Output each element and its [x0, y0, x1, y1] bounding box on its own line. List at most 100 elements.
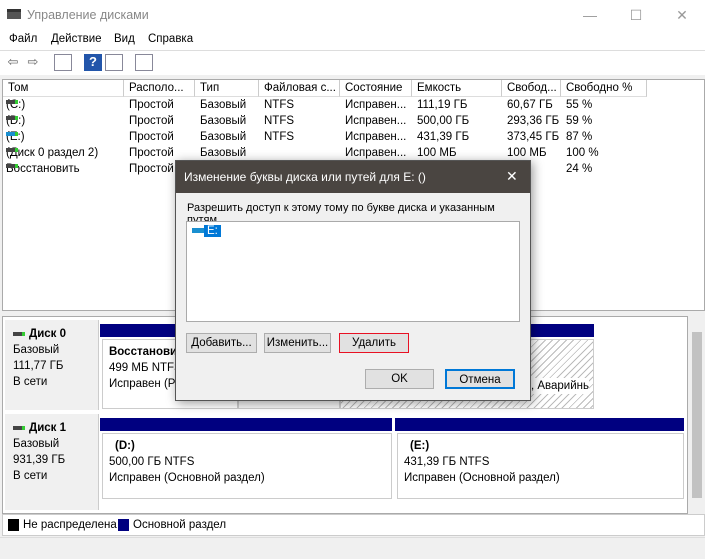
table-cell: 100 МБ [507, 147, 547, 159]
drive-icon [6, 116, 18, 120]
back-icon[interactable]: ⇦ [4, 54, 22, 71]
column-capacity[interactable]: Емкость [412, 80, 502, 97]
volume-name: (Диск 0 раздел 2) [6, 147, 99, 159]
disk-0-label[interactable]: Диск 0 Базовый 111,77 ГБ В сети [5, 320, 99, 410]
legend-primary: Основной раздел [133, 519, 227, 531]
column-filesystem[interactable]: Файловая с... [259, 80, 340, 97]
menu-help[interactable]: Справка [148, 33, 193, 45]
forward-icon[interactable]: ⇨ [24, 54, 42, 71]
help-icon[interactable]: ? [84, 54, 102, 71]
table-cell: Исправен... [345, 131, 407, 143]
table-cell: 59 % [566, 115, 593, 127]
partition-e-bar [395, 418, 684, 431]
disk-status: В сети [13, 470, 48, 482]
disk-management-icon [7, 9, 21, 19]
table-cell: 55 % [566, 99, 593, 111]
menu-bar: Файл Действие Вид Справка [0, 30, 705, 51]
disk-type: Базовый [13, 344, 60, 356]
table-cell: 111,19 ГБ [417, 99, 468, 111]
table-cell: Простой [129, 163, 174, 175]
disk-type: Базовый [13, 438, 60, 450]
table-cell: Простой [129, 131, 174, 143]
table-cell: 87 % [566, 131, 593, 143]
add-button[interactable]: Добавить... [186, 333, 257, 353]
path-item[interactable]: E: [192, 225, 221, 237]
table-row[interactable]: (D:) Простой Базовый NTFS Исправен... 500,00 … [3, 114, 703, 130]
column-type[interactable]: Тип [195, 80, 259, 97]
remove-button[interactable]: Удалить [339, 333, 409, 353]
table-cell: 24 % [566, 163, 593, 175]
disk-size: 931,39 ГБ [13, 454, 66, 466]
legend: Не распределена Основной раздел [2, 514, 705, 536]
table-cell: 373,45 ГБ [507, 131, 560, 143]
disk-size: 111,77 ГБ [13, 360, 64, 372]
table-cell: 60,67 ГБ [507, 99, 553, 111]
status-bar [0, 537, 705, 559]
column-free[interactable]: Свобод... [502, 80, 561, 97]
column-free-percent[interactable]: Свободно % [561, 80, 647, 97]
dialog-title-bar: Изменение буквы диска или путей для E: (… [176, 161, 530, 193]
table-cell: NTFS [264, 99, 295, 111]
minimize-button[interactable]: — [567, 0, 613, 30]
table-cell: (E:) [6, 131, 25, 143]
table-cell: (Диск 0 раздел 2) [6, 147, 98, 159]
table-cell: Восстановить [6, 163, 80, 175]
table-cell: 431,39 ГБ [417, 131, 470, 143]
table-row[interactable]: (E:) Простой Базовый NTFS Исправен... 431,39 … [3, 130, 703, 146]
menu-action[interactable]: Действие [51, 33, 102, 45]
disk-status: В сети [13, 376, 48, 388]
disk-icon [13, 331, 25, 336]
table-cell: NTFS [264, 115, 295, 127]
table-cell: Базовый [200, 131, 247, 143]
toolbar: ⇦ ⇨ ? [0, 51, 705, 75]
table-cell: Исправен... [345, 115, 407, 127]
disk-1-label[interactable]: Диск 1 Базовый 931,39 ГБ В сети [5, 414, 99, 510]
drive-icon [6, 164, 18, 168]
partition-d-bar [100, 418, 392, 431]
partition-e[interactable]: (E:) 431,39 ГБ NTFS Исправен (Основной раз… [397, 433, 684, 499]
partition-d[interactable]: (D:) 500,00 ГБ NTFS Исправен (Основной раз… [102, 433, 392, 499]
maximize-button[interactable]: ☐ [613, 0, 659, 30]
column-volume[interactable]: Том [3, 80, 124, 97]
console-tree-icon[interactable] [54, 54, 72, 71]
table-cell: 500,00 ГБ [417, 115, 470, 127]
table-cell: Базовый [200, 99, 247, 111]
primary-swatch [118, 519, 129, 531]
disk-pane-scrollbar[interactable] [689, 316, 705, 514]
table-cell: NTFS [264, 131, 295, 143]
disk-icon [13, 425, 25, 430]
table-cell: Простой [129, 115, 174, 127]
column-status[interactable]: Состояние [340, 80, 412, 97]
drive-icon [6, 148, 18, 152]
scroll-thumb[interactable] [692, 332, 702, 498]
legend-unallocated: Не распределена [23, 519, 117, 531]
change-button[interactable]: Изменить... [264, 333, 331, 353]
table-cell: Простой [129, 147, 174, 159]
table-row[interactable]: (C:) Простой Базовый NTFS Исправен... 111,19 … [3, 98, 703, 114]
dialog-title: Изменение буквы диска или путей для E: (… [184, 170, 426, 184]
table-cell: (D:) [6, 115, 25, 127]
menu-view[interactable]: Вид [114, 33, 135, 45]
drive-icon [6, 132, 18, 136]
disk-name: Диск 0 [29, 328, 67, 340]
menu-file[interactable]: Файл [9, 33, 37, 45]
ok-button[interactable]: OK [365, 369, 434, 389]
window-title: Управление дисками [27, 8, 149, 22]
drive-icon [6, 100, 18, 104]
table-cell: Простой [129, 99, 174, 111]
paths-listbox[interactable]: E: [186, 221, 520, 322]
table-cell: 293,36 ГБ [507, 115, 560, 127]
column-layout[interactable]: Располо... [124, 80, 195, 97]
properties-icon[interactable] [135, 54, 153, 71]
table-cell: 100 % [566, 147, 599, 159]
unallocated-swatch [8, 519, 19, 531]
drive-icon [192, 228, 204, 234]
table-cell: Исправен... [345, 147, 407, 159]
action-pane-icon[interactable] [105, 54, 123, 71]
cancel-button[interactable]: Отмена [445, 369, 515, 389]
dialog-close-button[interactable]: ✕ [506, 168, 518, 185]
change-drive-letter-dialog: Изменение буквы диска или путей для E: (… [175, 160, 531, 401]
table-cell: Базовый [200, 147, 247, 159]
table-cell: 100 МБ [417, 147, 457, 159]
close-button[interactable]: ✕ [659, 0, 705, 30]
